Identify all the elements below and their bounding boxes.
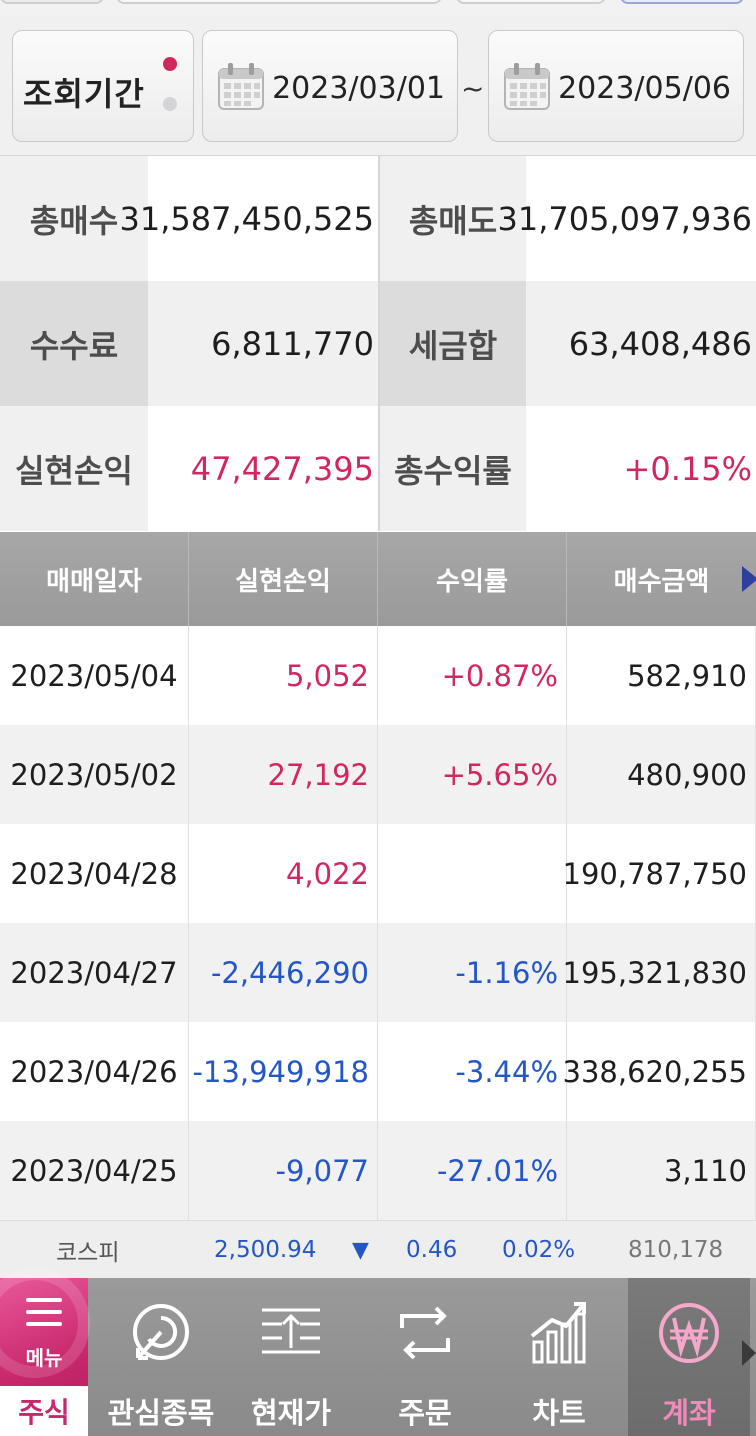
nav-label-account: 계좌 [662, 1396, 716, 1430]
period-page-dot-active [163, 57, 177, 71]
trade-table-header: 매매일자 실현손익 수익률 매수금액 [0, 532, 756, 626]
nav-label-order: 주문 [398, 1396, 452, 1430]
row-realized-pl: -9,077 [189, 1121, 378, 1220]
fee-value: 6,811,770 [148, 281, 378, 406]
period-bar: 조회기간 2023/03/01 ~ 2023/05/06 [0, 16, 756, 156]
table-row[interactable]: 2023/05/04 5,052 +0.87% 582,910 [0, 626, 756, 725]
current-price-icon [262, 1308, 320, 1354]
row-buy-amount: 3,110 [567, 1121, 756, 1220]
realized-pl-label: 실현손익 [0, 406, 148, 531]
row-date: 2023/05/04 [0, 626, 189, 725]
nav-item-chart[interactable]: 차트 [494, 1278, 624, 1436]
summary-panel: 총매수 31,587,450,525 총매도 31,705,097,936 수수… [0, 156, 756, 531]
row-buy-amount: 338,620,255 [563, 1022, 756, 1121]
column-header-buy-amount-label: 매수금액 [613, 566, 710, 597]
tax-label: 세금합 [380, 281, 526, 406]
row-return-rate: -3.44% [378, 1022, 567, 1121]
period-label: 조회기간 [23, 75, 145, 113]
tax-value: 63,408,486 [526, 281, 756, 406]
end-date-button[interactable]: 2023/05/06 [488, 30, 744, 142]
nav-item-current-price[interactable]: 현재가 [226, 1278, 356, 1436]
fee-label: 수수료 [0, 281, 148, 406]
summary-divider [378, 156, 380, 531]
row-buy-amount: 190,787,750 [563, 824, 756, 923]
row-realized-pl: 27,192 [189, 725, 378, 824]
row-realized-pl: 5,052 [189, 626, 378, 725]
table-row[interactable]: 2023/04/28 4,022 190,787,750 [0, 824, 756, 923]
total-sell-value: 31,705,097,936 [498, 156, 756, 281]
market-ticker-bar[interactable]: 코스피 2,500.94 ▼ 0.46 0.02% 810,178 [0, 1220, 756, 1278]
down-triangle-icon: ▼ [352, 1237, 369, 1263]
nav-label-chart: 차트 [532, 1396, 586, 1430]
menu-label: 메뉴 [25, 1346, 63, 1370]
ticker-change: 0.46 [406, 1237, 458, 1263]
nav-label-current-price: 현재가 [250, 1396, 332, 1430]
menu-button[interactable]: 메뉴 주식 [0, 1268, 90, 1436]
column-header-date[interactable]: 매매일자 [0, 532, 189, 626]
row-date: 2023/04/27 [0, 923, 189, 1022]
row-date: 2023/05/02 [0, 725, 189, 824]
row-buy-amount: 195,321,830 [563, 923, 756, 1022]
column-header-return-rate[interactable]: 수익률 [378, 532, 567, 626]
nav-scroll-right-icon[interactable] [742, 1340, 756, 1366]
row-return-rate: +0.87% [378, 626, 567, 725]
start-date-value: 2023/03/01 [272, 71, 445, 106]
row-buy-amount: 582,910 [567, 626, 756, 725]
table-row[interactable]: 2023/04/26 -13,949,918 -3.44% 338,620,25… [0, 1022, 756, 1121]
ticker-volume: 810,178 [628, 1237, 724, 1263]
row-date: 2023/04/25 [0, 1121, 189, 1220]
row-date: 2023/04/28 [0, 824, 189, 923]
table-row[interactable]: 2023/05/02 27,192 +5.65% 480,900 [0, 725, 756, 824]
scroll-right-arrow-icon[interactable] [742, 566, 756, 592]
bottom-nav-bar: 메뉴 주식 관심종목 현재가 주문 차트 계좌 [0, 1268, 756, 1436]
row-return-rate: +5.65% [378, 725, 567, 824]
trade-table-body: 2023/05/04 5,052 +0.87% 582,910 2023/05/… [0, 626, 756, 1220]
row-return-rate: -1.16% [378, 923, 567, 1022]
realized-pl-value: 47,427,395 [148, 406, 378, 531]
column-header-buy-amount[interactable]: 매수금액 [567, 532, 756, 626]
nav-item-order[interactable]: 주문 [360, 1278, 490, 1436]
top-tab-2[interactable] [116, 0, 442, 4]
total-buy-value: 31,587,450,525 [120, 156, 378, 281]
top-tab-strip [0, 0, 756, 16]
watchlist-icon [133, 1304, 189, 1360]
nav-label-watchlist: 관심종목 [107, 1396, 215, 1430]
top-tab-3[interactable] [456, 0, 606, 4]
row-realized-pl: -13,949,918 [189, 1022, 378, 1121]
row-return-rate: -27.01% [378, 1121, 567, 1220]
column-header-realized-pl[interactable]: 실현손익 [189, 532, 378, 626]
nav-item-account[interactable]: 계좌 [628, 1278, 750, 1436]
date-range-separator: ~ [461, 72, 485, 105]
chart-icon [530, 1302, 586, 1364]
stock-category-button[interactable]: 주식 [0, 1386, 88, 1436]
calendar-icon [504, 63, 550, 110]
won-account-icon [659, 1303, 719, 1363]
end-date-value: 2023/05/06 [558, 71, 731, 106]
row-date: 2023/04/26 [0, 1022, 189, 1121]
total-return-label: 총수익률 [380, 406, 526, 531]
table-row[interactable]: 2023/04/25 -9,077 -27.01% 3,110 [0, 1121, 756, 1220]
row-realized-pl: -2,446,290 [189, 923, 378, 1022]
ticker-index-value: 2,500.94 [214, 1237, 317, 1263]
row-realized-pl: 4,022 [189, 824, 378, 923]
ticker-index-name: 코스피 [56, 1240, 120, 1266]
nav-item-watchlist[interactable]: 관심종목 [96, 1278, 226, 1436]
row-return-rate [378, 824, 567, 923]
total-return-value: +0.15% [526, 406, 756, 531]
row-buy-amount: 480,900 [567, 725, 756, 824]
ticker-change-rate: 0.02% [502, 1237, 576, 1263]
top-tab-1[interactable] [0, 0, 104, 4]
start-date-button[interactable]: 2023/03/01 [202, 30, 458, 142]
period-page-dot-inactive [163, 97, 177, 111]
calendar-icon [218, 63, 264, 110]
period-toggle-button[interactable]: 조회기간 [12, 30, 194, 142]
order-icon [400, 1306, 450, 1360]
hamburger-icon [26, 1298, 62, 1326]
table-row[interactable]: 2023/04/27 -2,446,290 -1.16% 195,321,830 [0, 923, 756, 1022]
top-tab-4[interactable] [620, 0, 744, 4]
